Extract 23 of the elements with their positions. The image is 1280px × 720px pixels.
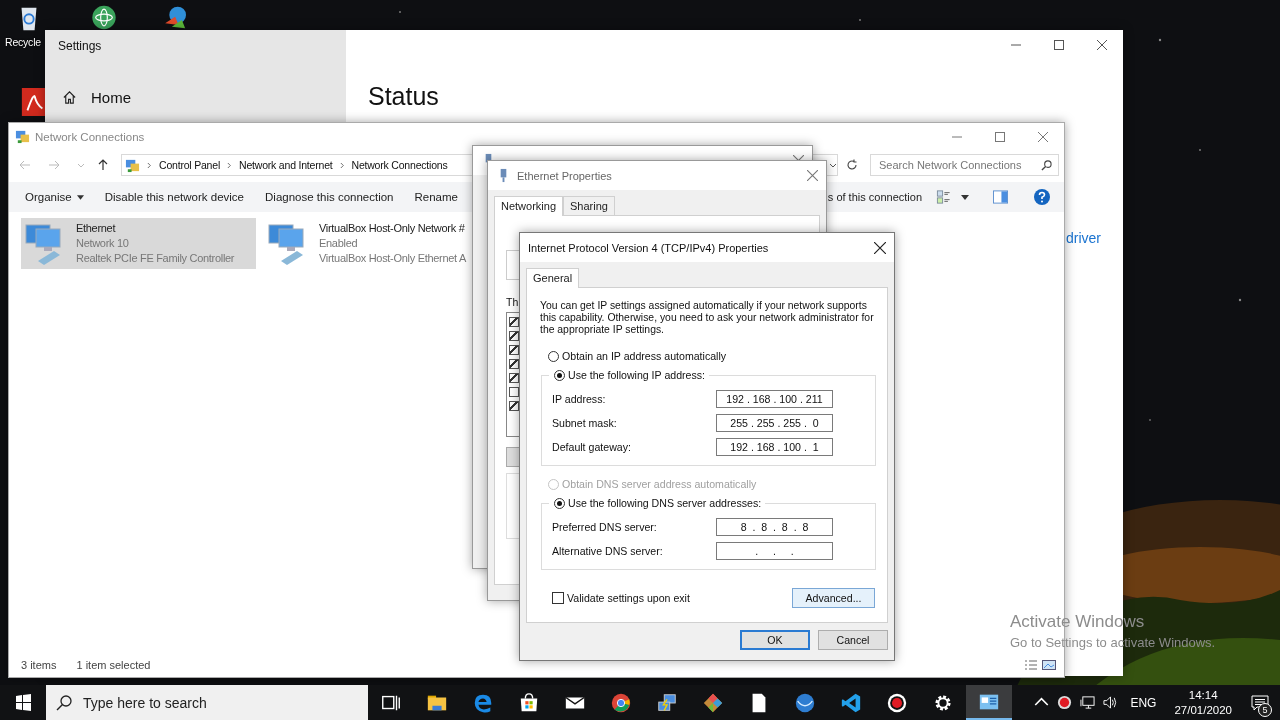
- time-text: 14:14: [1188, 687, 1218, 703]
- adapter-name: VirtualBox Host-Only Ethernet A: [319, 251, 466, 266]
- window-title: Internet Protocol Version 4 (TCP/IPv4) Properties: [528, 241, 769, 254]
- window-title: Settings: [58, 39, 102, 53]
- field-label: Preferred DNS server:: [552, 521, 657, 533]
- adapter-name: Realtek PCIe FE Family Controller: [76, 251, 235, 266]
- connection-status: Network 10: [76, 236, 130, 251]
- date-text: 27/01/2020: [1174, 702, 1232, 718]
- status-text: 1 item selected: [76, 659, 151, 671]
- field-label: Default gateway:: [552, 441, 631, 453]
- section-label: Th: [506, 296, 519, 308]
- connection-status: Enabled: [319, 236, 359, 251]
- window-title: Network Connections: [35, 130, 145, 143]
- window-title: Ethernet Properties: [517, 169, 612, 182]
- page-heading: Status: [368, 82, 440, 111]
- desktop-icon-label: Recycle: [5, 36, 41, 48]
- field-label: IP address:: [552, 393, 606, 405]
- instruction-text: You can get IP settings assigned automatically if your network supports this capability. Otherwise, you need to ask your network administrator for the appropriate IP settings.: [540, 300, 875, 336]
- field-label: Subnet mask:: [552, 417, 617, 429]
- connection-name: Ethernet: [76, 221, 117, 236]
- connection-name: VirtualBox Host-Only Network #: [319, 221, 466, 236]
- field-label: Alternative DNS server:: [552, 545, 663, 557]
- status-text: 3 items: [21, 659, 57, 671]
